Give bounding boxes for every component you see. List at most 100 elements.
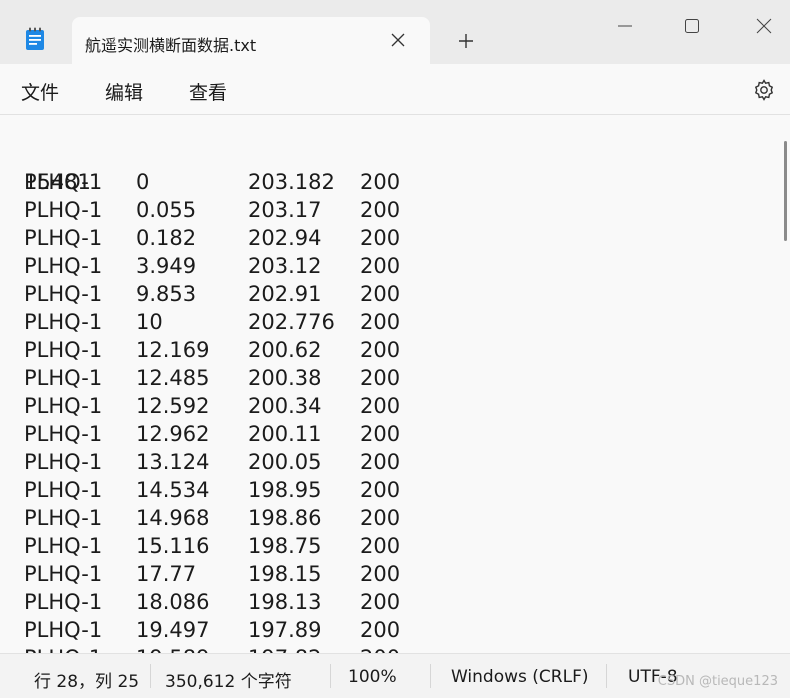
line-field: 18.086 [136,590,210,614]
text-line: PLHQ-1 9.853 202.91 200 [24,280,400,308]
line-field: 200 [360,644,400,653]
line-field: 198.86 [248,506,322,530]
line-field: 10 [136,310,163,334]
text-line: PLHQ-1 12.169 200.62 200 [24,336,400,364]
line-field: 17.77 [136,562,197,586]
line-field: 12.485 [136,366,210,390]
text-line: PLHQ-1 10 202.776 200 [24,308,400,336]
text-line: PLHQ-1 12.592 200.34 200 [24,392,400,420]
line-field: PLHQ-1 [24,618,103,642]
zoom-level[interactable]: 100% [348,667,397,687]
line-field: PLHQ-1 [24,422,103,446]
line-field: 200 [360,534,401,558]
menu-file[interactable]: 文件 [21,78,59,105]
close-window-icon[interactable] [752,14,776,38]
line-field: 200 [360,254,401,278]
minimize-icon[interactable] [613,14,637,38]
line-field: 14.968 [136,506,210,530]
text-editor[interactable]: 15481 PLHQ-1 0 203.182 200 PLHQ-1 0.055 203.17… [0,115,790,653]
line-field: PLHQ-1 [24,506,103,530]
line-field: 200 [360,618,401,642]
line-field: 200.05 [248,450,322,474]
line-field: 197.89 [248,618,322,642]
status-divider [150,664,151,688]
line-field: 200 [360,170,401,194]
line-field: 200 [360,422,401,446]
line-field: 200 [360,478,401,502]
line-field: 200 [360,590,401,614]
line-field: 198.15 [248,562,322,586]
line-field: 14.534 [136,478,210,502]
text-line: PLHQ-1 13.124 200.05 200 [24,448,400,476]
line-field: PLHQ-1 [24,198,103,222]
line-field: PLHQ-1 [24,310,103,334]
line-field: 12.169 [136,338,210,362]
menu-view[interactable]: 查看 [189,78,227,105]
line-field: PLHQ-1 [24,282,103,306]
line-field: PLHQ-1 [24,478,103,502]
line-field: 200 [360,226,401,250]
line-field: PLHQ-1 [24,534,103,558]
line-field: 0.182 [136,226,197,250]
line-field: PLHQ-1 [24,644,102,653]
line-field: PLHQ-1 [24,170,103,194]
status-bar: 行 28，列 25 350,612 个字符 100% Windows (CRLF… [0,653,790,698]
line-field: PLHQ-1 [24,590,103,614]
gear-icon[interactable] [752,78,776,102]
line-field: PLHQ-1 [24,394,103,418]
notepad-icon [24,27,46,51]
text-line: PLHQ-1 0.055 203.17 200 [24,196,400,224]
menu-edit[interactable]: 编辑 [105,78,143,105]
line-field: 200 [360,310,401,334]
text-line: PLHQ-1 0.182 202.94 200 [24,224,400,252]
line-field: 15.116 [136,534,210,558]
vertical-scrollbar[interactable] [784,141,787,241]
line-field: 202.94 [248,226,322,250]
line-field: 202.91 [248,282,322,306]
text-line: PLHQ-1 19.589 197.82 200 [24,644,400,653]
text-line: PLHQ-1 12.962 200.11 200 [24,420,400,448]
text-line: PLHQ-1 0 203.182 200 [24,168,400,196]
tab-title: 航遥实测横断面数据.txt [85,36,257,55]
file-tab[interactable]: 航遥实测横断面数据.txt [72,17,430,65]
text-line: PLHQ-1 3.949 203.12 200 [24,252,400,280]
line-ending[interactable]: Windows (CRLF) [451,667,589,687]
text-line: PLHQ-1 12.485 200.38 200 [24,364,400,392]
line-field: PLHQ-1 [24,254,103,278]
line-field: 203.12 [248,254,322,278]
text-line: PLHQ-1 18.086 198.13 200 [24,588,400,616]
cursor-position[interactable]: 行 28，列 25 [34,667,139,692]
line-field: 0 [136,170,150,194]
line-field: 200.34 [248,394,322,418]
line-field: 9.853 [136,282,197,306]
text-content[interactable]: 15481 PLHQ-1 0 203.182 200 PLHQ-1 0.055 203.17… [24,140,400,653]
status-divider [330,664,331,688]
line-field: 13.124 [136,450,210,474]
menu-bar: 文件 编辑 查看 [0,64,790,115]
line-field: 200.62 [248,338,322,362]
line-field: 200 [360,282,401,306]
line-field: 200.38 [248,366,322,390]
line-field: 12.962 [136,422,210,446]
close-tab-icon[interactable] [390,32,406,48]
line-field: 19.497 [136,618,210,642]
status-divider [606,664,607,688]
line-field: 198.75 [248,534,322,558]
line-field: 12.592 [136,394,210,418]
line-field: 197.82 [248,644,321,653]
watermark: CSDN @tieque123 [657,674,778,689]
line-field: PLHQ-1 [24,366,103,390]
line-field: 200 [360,198,401,222]
line-field: 200 [360,338,401,362]
line-field: 198.95 [248,478,322,502]
maximize-icon[interactable] [680,14,704,38]
line-field: PLHQ-1 [24,226,103,250]
status-divider [430,664,431,688]
new-tab-icon[interactable] [456,31,476,51]
line-field: 3.949 [136,254,197,278]
text-line: PLHQ-1 14.534 198.95 200 [24,476,400,504]
line-field: 200 [360,506,401,530]
line-field: 203.17 [248,198,322,222]
text-line: 15481 [24,140,91,194]
character-count: 350,612 个字符 [165,672,292,692]
